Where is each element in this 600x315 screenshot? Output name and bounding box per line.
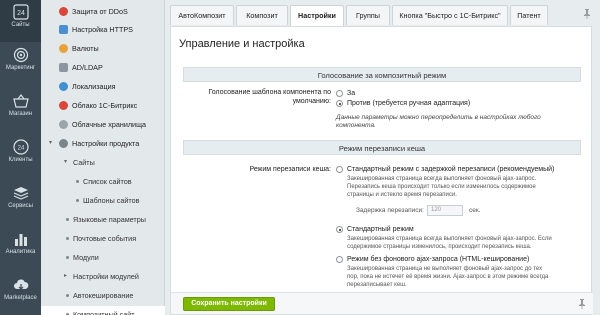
menu-item-site-templates[interactable]: Шаблоны сайтов	[41, 192, 165, 209]
cache-option-html: Режим без фонового ajax-запроса (HTML-ке…	[347, 256, 530, 263]
rail-item-services[interactable]: Сервисы	[0, 182, 41, 218]
coins-icon	[59, 44, 68, 53]
bullet-icon	[66, 256, 69, 259]
bullet-icon	[66, 218, 69, 221]
cache-radio-delayed[interactable]	[336, 166, 343, 173]
menu-item-autocache[interactable]: Автокеширование	[41, 287, 165, 304]
tab-groups[interactable]: Группы	[346, 5, 390, 25]
menu-item-modules[interactable]: Модули	[41, 249, 165, 266]
chevron-right-icon: ▸	[64, 273, 68, 279]
vote-radio-yes[interactable]	[336, 90, 343, 97]
tab-quick-button[interactable]: Кнопка "Быстро с 1С-Битрикс"	[392, 5, 508, 25]
rail-item-shop[interactable]: Магазин	[0, 90, 41, 126]
chevron-down-icon: ▾	[64, 159, 68, 165]
cloud-icon	[59, 101, 68, 110]
basket-icon	[12, 94, 29, 108]
menu-item-sites[interactable]: ▾ Сайты	[41, 154, 165, 171]
bullet-icon	[66, 294, 69, 297]
target-icon	[13, 47, 28, 63]
menu-item-currency[interactable]: Валюты	[41, 40, 165, 57]
menu-item-product-settings[interactable]: ▾ Настройки продукта	[41, 135, 165, 152]
rail-label: Сервисы	[8, 203, 33, 209]
tab-autocomposite[interactable]: АвтоКомпозит	[170, 5, 234, 25]
rail-item-marketing[interactable]: Маркетинг	[0, 44, 41, 80]
menu-item-mail-events[interactable]: Почтовые события	[41, 230, 165, 247]
rail-label: Сайты	[11, 22, 30, 28]
clients-24-icon: 24	[12, 139, 29, 155]
directory-icon	[59, 63, 68, 72]
menu-item-localization[interactable]: Локализация	[41, 78, 165, 95]
menu-item-https[interactable]: Настройка HTTPS	[41, 21, 165, 38]
rail-item-sites[interactable]: 24 Сайты	[0, 0, 41, 42]
section-header-vote: Голосование за композитный режим	[183, 67, 581, 82]
menu-item-ldap[interactable]: AD/LDAP	[41, 59, 165, 76]
tab-patent[interactable]: Патент	[510, 5, 548, 25]
vote-radio-no[interactable]	[336, 100, 343, 107]
cloud-download-icon	[13, 279, 28, 290]
svg-text:24: 24	[17, 146, 24, 152]
cloud-storage-icon	[59, 120, 68, 129]
menu-item-ddos[interactable]: Защита от DDoS	[41, 3, 165, 20]
menu-item-language[interactable]: Языковые параметры	[41, 211, 165, 228]
pin-icon[interactable]	[583, 9, 591, 19]
section-header-cache: Режим перезаписи кеша	[183, 140, 581, 155]
delay-input[interactable]: 120	[427, 205, 463, 216]
rail-label: Аналитика	[5, 249, 36, 255]
chevron-down-icon: ▾	[49, 140, 53, 146]
cache-option-delayed-hint: Закешированная страница всегда выполняет…	[347, 176, 537, 198]
vote-option-no: Против (требуется ручная адаптация)	[347, 100, 471, 107]
tab-composite[interactable]: Композит	[236, 5, 288, 25]
pin-icon[interactable]	[578, 299, 586, 309]
rail-item-clients[interactable]: 24 Клиенты	[0, 136, 41, 172]
globe-icon	[59, 82, 68, 91]
cache-option-standard-hint: Закешированная страница всегда выполняет…	[347, 236, 552, 250]
cache-radio-html[interactable]	[336, 256, 343, 263]
layers-icon	[13, 187, 28, 200]
bullet-icon	[76, 180, 79, 183]
bar-chart-icon	[14, 234, 27, 246]
menu-item-site-list[interactable]: Список сайтов	[41, 173, 165, 190]
grid-24-icon: 24	[12, 4, 29, 20]
main-content: АвтоКомпозит Композит Настройки Группы К…	[165, 0, 600, 315]
vote-label: Голосование шаблона компонента по умолча…	[208, 89, 331, 105]
rail-item-marketplace[interactable]: Marketplace	[0, 274, 41, 312]
cache-option-delayed: Стандартный режим с задержкой перезаписи…	[347, 166, 555, 173]
svg-text:24: 24	[17, 10, 25, 17]
vote-hint: Данные параметры можно переопределить в …	[336, 114, 541, 129]
cache-option-html-hint: Закешированная страница не выполняет фон…	[347, 266, 549, 288]
settings-panel: Управление и настройка Голосование за ко…	[170, 26, 593, 315]
rail-item-analytics[interactable]: Аналитика	[0, 228, 41, 264]
menu-item-composite[interactable]: Композитный сайт	[41, 306, 165, 315]
left-icon-rail: 24 Сайты Маркетинг Магазин 24 Клиенты Се…	[0, 0, 41, 315]
page-title: Управление и настройка	[179, 38, 305, 50]
rail-label: Клиенты	[8, 157, 33, 163]
bullet-icon	[76, 199, 79, 202]
delay-unit: сек.	[469, 207, 481, 214]
shield-icon	[59, 7, 68, 16]
cache-option-standard: Стандартный режим	[347, 226, 414, 233]
rail-label: Marketplace	[4, 295, 37, 301]
menu-item-cloud-storage[interactable]: Облачные хранилища	[41, 116, 165, 133]
rail-label: Магазин	[8, 111, 33, 117]
delay-label: Задержка перезаписи:	[356, 207, 424, 214]
save-settings-button[interactable]: Сохранить настройки	[183, 297, 275, 311]
bullet-icon	[66, 237, 69, 240]
lock-icon	[59, 25, 68, 34]
vote-option-yes: За	[347, 90, 356, 97]
settings-menu: Защита от DDoS Настройка HTTPS Валюты AD…	[41, 0, 165, 315]
cache-mode-label: Режим перезаписи кеша:	[249, 166, 332, 173]
gear-icon	[59, 139, 68, 148]
menu-item-bitrix-cloud[interactable]: Облако 1С-Битрикс	[41, 97, 165, 114]
form-footer: Сохранить настройки	[171, 292, 593, 314]
tab-settings[interactable]: Настройки	[290, 5, 344, 27]
cache-radio-standard[interactable]	[336, 226, 343, 233]
menu-item-module-settings[interactable]: ▸ Настройки модулей	[41, 268, 165, 285]
rail-label: Маркетинг	[5, 65, 36, 71]
